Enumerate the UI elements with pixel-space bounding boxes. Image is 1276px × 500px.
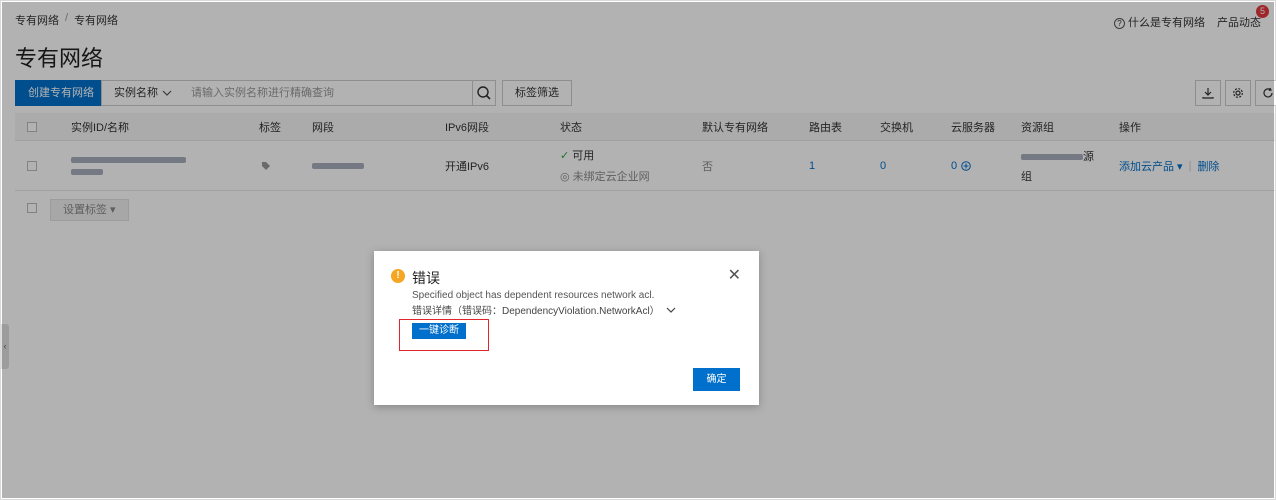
- chevron-down-icon: [666, 307, 676, 313]
- error-message: Specified object has dependent resources…: [412, 290, 655, 301]
- modal-overlay: [2, 2, 1274, 498]
- dialog-title: 错误: [412, 270, 440, 286]
- error-detail-toggle[interactable]: 错误详情（错误码：DependencyViolation.NetworkAcl）: [412, 302, 676, 317]
- ok-button[interactable]: 确定: [693, 368, 740, 391]
- close-icon[interactable]: ✕: [728, 265, 741, 285]
- warning-icon: !: [391, 269, 405, 283]
- error-detail-label: 错误详情（错误码：DependencyViolation.NetworkAcl）: [412, 306, 660, 317]
- diagnose-button[interactable]: 一键诊断: [412, 323, 466, 339]
- error-dialog: ! 错误 ✕ Specified object has dependent re…: [374, 251, 759, 405]
- vpc-console-page: 专有网络 / 专有网络 ? 什么是专有网络 产品动态 5 专有网络 创建专有网络 实…: [0, 0, 1276, 500]
